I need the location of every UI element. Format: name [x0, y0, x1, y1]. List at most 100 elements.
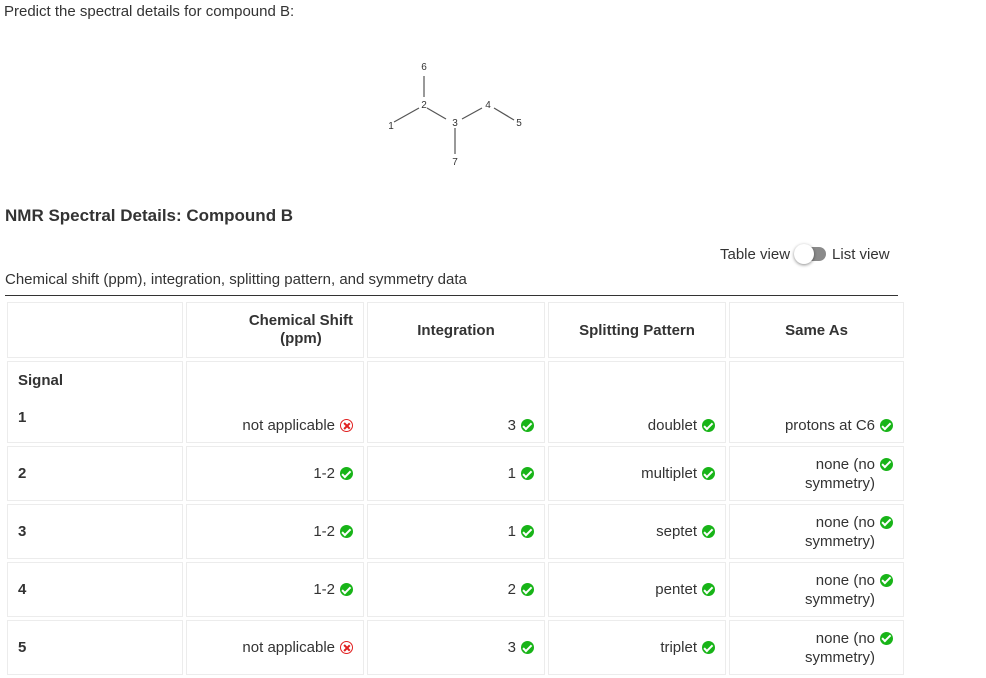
same-as-line2: symmetry) — [805, 590, 875, 608]
splitting-value: septet — [656, 523, 697, 540]
integration-cell[interactable]: 1 — [367, 504, 545, 559]
list-view-label[interactable]: List view — [832, 246, 890, 263]
signal-cell: Signal 1 — [7, 361, 183, 443]
bond-c1-c2 — [393, 107, 420, 123]
correct-icon — [702, 467, 715, 480]
same-as-line2: symmetry) — [805, 474, 875, 492]
correct-icon — [340, 467, 353, 480]
splitting-cell[interactable]: triplet — [548, 620, 726, 675]
toggle-knob — [794, 244, 815, 264]
atom-label-7: 7 — [452, 157, 458, 168]
shift-value: not applicable — [242, 639, 335, 656]
signal-number: 5 — [7, 620, 183, 675]
integration-value: 3 — [507, 639, 516, 656]
atom-label-6: 6 — [421, 62, 427, 73]
table-row-signal-2: 2 1-2 1 multiplet none (no symmetry) — [7, 446, 904, 501]
header-shift-line1: Chemical Shift — [248, 312, 353, 329]
integration-value: 2 — [507, 581, 516, 598]
atom-label-2: 2 — [421, 100, 427, 111]
molecule-structure-compound-b: 1 2 3 4 5 6 7 — [388, 62, 522, 168]
atom-label-1: 1 — [388, 121, 394, 132]
table-row-signal-4: 4 1-2 2 pentet none (no symmetry) — [7, 562, 904, 617]
correct-icon — [702, 525, 715, 538]
same-as-line1: none (no — [815, 629, 875, 647]
splitting-cell[interactable]: multiplet — [548, 446, 726, 501]
atom-label-4: 4 — [485, 100, 491, 111]
section-title: NMR Spectral Details: Compound B — [5, 206, 294, 225]
atom-label-3: 3 — [452, 118, 458, 129]
incorrect-icon — [340, 641, 353, 654]
table-row-signal-1: Signal 1 not applicable 3 doublet proton… — [7, 361, 904, 443]
header-signal-cell — [7, 302, 183, 358]
correct-icon — [340, 525, 353, 538]
same-as-cell[interactable]: none (no symmetry) — [729, 562, 904, 617]
bond-c2-c3 — [426, 107, 447, 120]
same-as-line1: none (no — [815, 571, 875, 589]
splitting-cell[interactable]: pentet — [548, 562, 726, 617]
same-as-value: protons at C6 — [784, 417, 875, 434]
shift-value: not applicable — [242, 417, 335, 434]
incorrect-icon — [340, 419, 353, 432]
same-as-line2: symmetry) — [805, 532, 875, 550]
correct-icon — [521, 525, 534, 538]
integration-cell[interactable]: 1 — [367, 446, 545, 501]
caption-divider — [5, 295, 898, 296]
header-chemical-shift: Chemical Shift (ppm) — [186, 302, 364, 358]
table-caption: Chemical shift (ppm), integration, split… — [5, 271, 467, 288]
integration-cell[interactable]: 2 — [367, 562, 545, 617]
signal-number: 2 — [7, 446, 183, 501]
correct-icon — [880, 573, 893, 587]
question-text: Predict the spectral details for compoun… — [4, 3, 295, 20]
splitting-cell[interactable]: doublet — [548, 361, 726, 443]
shift-cell[interactable]: 1-2 — [186, 504, 364, 559]
splitting-cell[interactable]: septet — [548, 504, 726, 559]
shift-cell[interactable]: 1-2 — [186, 562, 364, 617]
correct-icon — [880, 419, 893, 432]
bond-c3-c4 — [461, 107, 483, 120]
correct-icon — [880, 457, 893, 471]
shift-value: 1-2 — [313, 523, 335, 540]
table-view-label[interactable]: Table view — [720, 246, 790, 263]
same-as-line1: none (no — [815, 455, 875, 473]
shift-cell[interactable]: 1-2 — [186, 446, 364, 501]
correct-icon — [521, 641, 534, 654]
header-shift-line2: (ppm) — [280, 330, 322, 347]
correct-icon — [880, 515, 893, 529]
shift-value: 1-2 — [313, 465, 335, 482]
splitting-value: triplet — [660, 639, 697, 656]
same-as-cell[interactable]: none (no symmetry) — [729, 620, 904, 675]
correct-icon — [521, 583, 534, 596]
same-as-cell[interactable]: none (no symmetry) — [729, 504, 904, 559]
integration-cell[interactable]: 3 — [367, 361, 545, 443]
correct-icon — [340, 583, 353, 596]
integration-value: 3 — [507, 417, 516, 434]
splitting-value: multiplet — [641, 465, 697, 482]
table-row-signal-5: 5 not applicable 3 triplet none (no symme… — [7, 620, 904, 675]
correct-icon — [880, 631, 893, 645]
header-splitting-pattern: Splitting Pattern — [548, 302, 726, 358]
signal-number: 1 — [18, 409, 27, 426]
splitting-value: doublet — [647, 417, 697, 434]
correct-icon — [521, 419, 534, 432]
table-header-row: Chemical Shift (ppm) Integration Splitti… — [7, 302, 904, 358]
nmr-table: Chemical Shift (ppm) Integration Splitti… — [4, 299, 907, 678]
signal-number: 3 — [7, 504, 183, 559]
same-as-line1: none (no — [815, 513, 875, 531]
shift-cell[interactable]: not applicable — [186, 361, 364, 443]
bond-c4-c5 — [493, 107, 515, 121]
same-as-cell[interactable]: none (no symmetry) — [729, 446, 904, 501]
view-toggle-switch[interactable] — [794, 244, 828, 264]
signal-label: Signal — [18, 372, 64, 389]
integration-cell[interactable]: 3 — [367, 620, 545, 675]
signal-number: 4 — [7, 562, 183, 617]
correct-icon — [702, 583, 715, 596]
correct-icon — [702, 419, 715, 432]
table-row-signal-3: 3 1-2 1 septet none (no symmetry) — [7, 504, 904, 559]
shift-value: 1-2 — [313, 581, 335, 598]
correct-icon — [521, 467, 534, 480]
splitting-value: pentet — [655, 581, 697, 598]
same-as-cell[interactable]: protons at C6 — [729, 361, 904, 443]
atom-label-5: 5 — [516, 118, 522, 129]
integration-value: 1 — [507, 465, 516, 482]
shift-cell[interactable]: not applicable — [186, 620, 364, 675]
